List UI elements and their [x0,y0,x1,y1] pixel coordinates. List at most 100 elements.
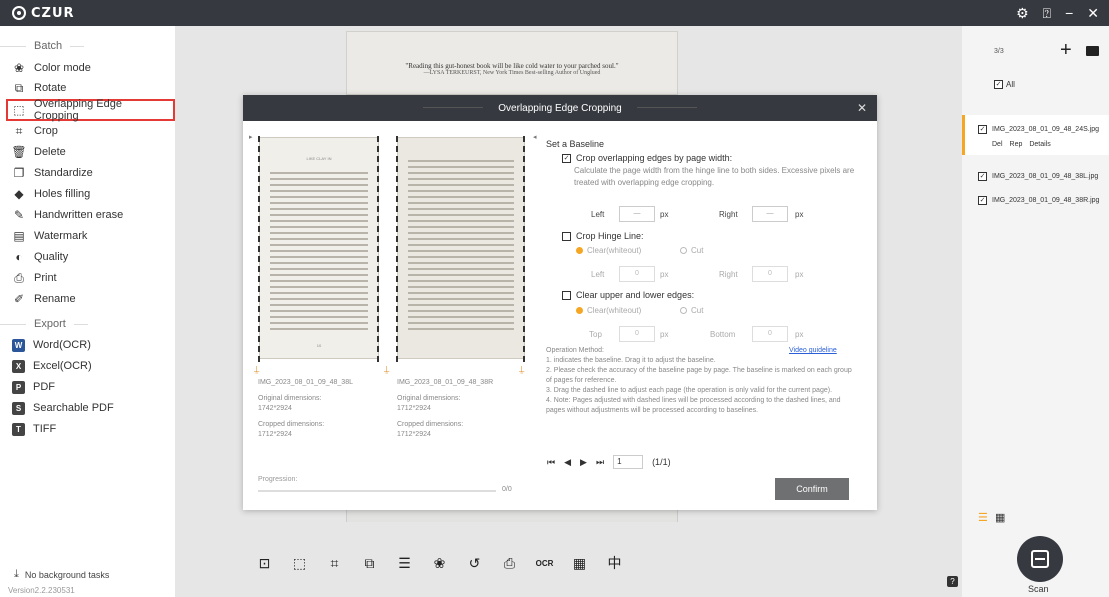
add-button[interactable]: + [1060,40,1072,60]
file-checkbox[interactable]: ✓ [978,196,987,205]
print-icon[interactable]: ⎙ [492,553,527,573]
right-crop-dashed-line[interactable] [523,136,525,362]
hinge-clear-radio[interactable]: Clear(whiteout) [576,246,641,255]
selected-file-card[interactable] [962,115,1109,155]
scan-button[interactable] [1017,536,1063,582]
hinge-left-input[interactable]: 0 [619,266,655,282]
qr-icon[interactable]: ▦ [562,553,597,573]
crop-by-width-checkbox[interactable]: ✓ [562,153,571,163]
video-guideline-link[interactable]: Video guideline [789,347,837,354]
replace-file-link[interactable]: Rep [1010,141,1023,148]
menu-rename[interactable]: ✐ Rename [12,289,76,309]
file-details-link[interactable]: Details [1029,141,1050,148]
menu-watermark[interactable]: ▤ Watermark [12,226,87,246]
option-crop-by-width[interactable]: ✓ Crop overlapping edges by page width: [562,153,732,163]
baseline-marker-icon[interactable]: ⍊ [384,364,389,375]
close-button[interactable]: ✕ [1087,5,1099,22]
menu-rotate[interactable]: ⧉ Rotate [12,78,67,98]
file-item[interactable]: ✓ IMG_2023_08_01_09_48_24S.jpg [962,125,1109,134]
right-input[interactable]: — [752,206,788,222]
edges-clear-radio[interactable]: Clear(whiteout) [576,306,641,315]
menu-word-ocr[interactable]: W Word(OCR) [12,335,91,355]
first-page-icon[interactable]: ⏮ [547,457,555,468]
right-hinge-dashed-line[interactable] [396,136,398,362]
crop-icon[interactable]: ⌗ [317,553,352,573]
select-icon[interactable]: ⬚ [282,553,317,573]
file-checkbox[interactable]: ✓ [978,125,987,134]
menu-quality[interactable]: ◐ Quality [12,247,68,267]
set-baseline-title: Set a Baseline [546,139,605,149]
last-page-icon[interactable]: ⏭ [596,457,604,468]
menu-standardize[interactable]: ❐ Standardize [12,163,93,183]
delete-file-link[interactable]: Del [992,141,1003,148]
option-crop-hinge[interactable]: Crop Hinge Line: [562,231,644,241]
cropped-dimensions-value: 1712*2924 [258,431,292,438]
menu-handwritten-erase[interactable]: ✎ Handwritten erase [12,205,123,225]
right-page-info: IMG_2023_08_01_09_48_38R Original dimens… [397,378,493,440]
grid-view-icon[interactable]: ▦ [995,511,1005,524]
folder-icon[interactable] [1086,46,1099,56]
batch-header: Batch [0,40,175,52]
menu-pdf[interactable]: P PDF [12,377,55,397]
menu-label: Rename [34,293,76,305]
fit-icon[interactable]: ⊡ [247,553,282,573]
file-checkbox[interactable]: ✓ [978,172,987,181]
left-input[interactable]: — [619,206,655,222]
menu-label: Watermark [34,230,88,242]
select-all-checkbox[interactable]: ✓ [994,80,1003,89]
prev-page-icon[interactable]: ◀ [564,457,571,468]
right-page-preview[interactable] [397,137,525,359]
right-page-name: IMG_2023_08_01_09_48_38R [397,379,494,386]
rename-icon: ✐ [13,292,25,306]
method-step: 1. indicates the baseline. Drag it to ad… [546,357,716,364]
baseline-marker-icon[interactable]: ⍊ [519,364,524,375]
menu-color-mode[interactable]: ❀ Color mode [12,58,91,78]
clear-edges-checkbox[interactable] [562,290,571,300]
background-tasks-status[interactable]: ⤓ No background tasks [14,568,109,581]
standardize-icon: ❐ [13,166,25,180]
list-view-icon[interactable]: ☰ [978,511,988,524]
progress-count: 0/0 [502,486,512,493]
menu-print[interactable]: ⎙ Print [12,268,56,288]
confirm-button[interactable]: Confirm [775,478,849,500]
menu-label: Color mode [34,62,91,74]
color-mode-icon[interactable]: ❀ [422,553,457,573]
menu-crop[interactable]: ⌗ Crop [12,121,58,141]
select-all[interactable]: ✓ All [994,80,1015,89]
menu-overlapping-edge-cropping[interactable]: ⬚ Overlapping Edge Cropping [6,98,175,122]
menu-excel-ocr[interactable]: X Excel(OCR) [12,356,92,376]
menu-searchable-pdf[interactable]: S Searchable PDF [12,398,114,418]
crop-hinge-checkbox[interactable] [562,231,571,241]
ocr-icon[interactable]: OCR [527,553,562,573]
undo-icon[interactable]: ↺ [457,553,492,573]
minimize-button[interactable]: − [1065,5,1073,21]
pdf-icon: P [12,380,25,394]
menu-label: Handwritten erase [34,209,124,221]
close-icon[interactable]: ✕ [857,101,867,115]
next-page-icon[interactable]: ▶ [580,457,587,468]
menu-holes-filling[interactable]: ◆ Holes filling [12,184,90,204]
menu-tiff[interactable]: T TIFF [12,419,56,439]
bottom-input[interactable]: 0 [752,326,788,342]
file-item[interactable]: ✓ IMG_2023_08_01_09_48_38L.jpg [962,172,1109,181]
left-hinge-dashed-line[interactable] [377,136,379,362]
gear-icon[interactable]: ⚙ [1016,5,1029,22]
option-clear-edges[interactable]: Clear upper and lower edges: [562,290,694,300]
top-input[interactable]: 0 [619,326,655,342]
split-icon[interactable]: 中 [597,553,632,573]
left-crop-dashed-line[interactable] [258,136,260,362]
help-icon[interactable]: ⍰ [1043,5,1051,22]
left-arrow-marker: ▸ [249,134,253,141]
standardize-icon[interactable]: ☰ [387,553,422,573]
file-item[interactable]: ✓ IMG_2023_08_01_09_48_38R.jpg [962,196,1109,205]
help-icon[interactable]: ? [947,576,958,587]
baseline-marker-icon[interactable]: ⍊ [254,364,259,375]
hinge-cut-radio[interactable]: Cut [680,246,703,255]
hinge-right-input[interactable]: 0 [752,266,788,282]
left-page-preview[interactable]: LIKE CLAY IN 10 [259,137,379,359]
page-input[interactable]: 1 [613,455,644,469]
edges-cut-radio[interactable]: Cut [680,306,703,315]
menu-delete[interactable]: 🗑 Delete [11,142,65,162]
right-arrow-marker: ◂ [533,134,537,141]
rotate-crop-icon[interactable]: ⧉ [352,553,387,573]
